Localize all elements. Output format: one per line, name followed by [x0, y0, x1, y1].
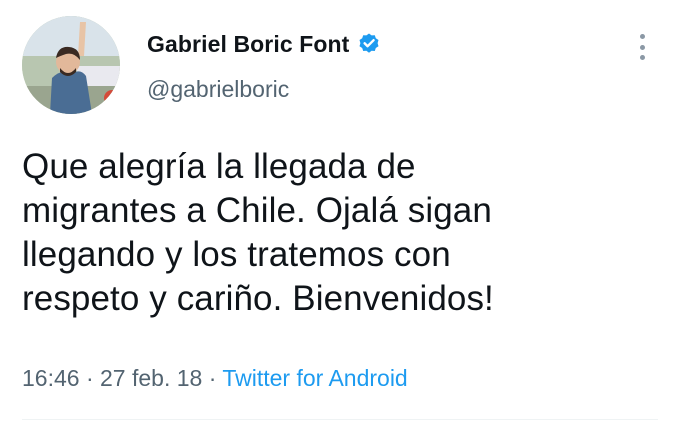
author-display-name[interactable]: Gabriel Boric Font	[147, 31, 349, 58]
tweet-card: Gabriel Boric Font @gabrielboric Que ale…	[0, 0, 680, 439]
more-dot	[639, 55, 645, 60]
tweet-text-line: respeto y cariño. Bienvenidos!	[22, 279, 494, 318]
avatar[interactable]	[22, 16, 120, 114]
meta-separator: ·	[79, 365, 101, 391]
tweet-text-line: migrantes a Chile. Ojalá sigan	[22, 191, 492, 230]
tweet-time[interactable]: 16:46	[22, 365, 80, 391]
more-options-icon[interactable]	[632, 34, 652, 60]
more-dot	[639, 34, 645, 39]
tweet-text-line: Que alegría la llegada de	[22, 147, 416, 186]
divider	[22, 419, 658, 420]
author-name-row[interactable]: Gabriel Boric Font	[147, 30, 381, 58]
more-dot	[639, 44, 645, 50]
tweet-metadata: 16:46 · 27 feb. 18 · Twitter for Android	[22, 365, 408, 392]
author-handle[interactable]: @gabrielboric	[147, 76, 289, 103]
tweet-text: Que alegría la llegada de migrantes a Ch…	[22, 145, 662, 321]
tweet-date[interactable]: 27 feb. 18	[100, 365, 202, 391]
tweet-source-link[interactable]: Twitter for Android	[222, 365, 407, 391]
verified-badge-icon	[357, 32, 381, 56]
tweet-text-line: llegando y los tratemos con	[22, 235, 451, 274]
meta-separator: ·	[202, 365, 223, 391]
